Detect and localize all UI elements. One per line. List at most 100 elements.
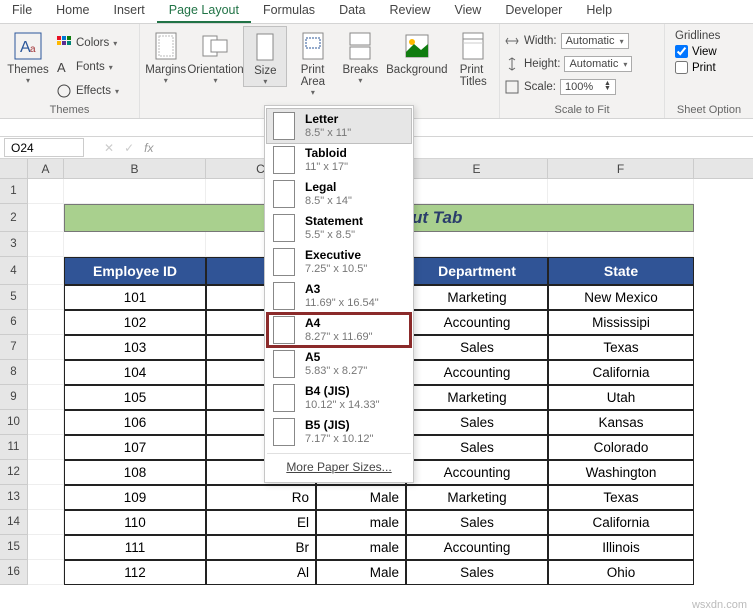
th-department[interactable]: Department bbox=[406, 257, 548, 285]
table-cell[interactable]: Sales bbox=[406, 510, 548, 535]
table-cell[interactable]: Texas bbox=[548, 335, 694, 360]
print-titles-button[interactable]: PrintTitles bbox=[452, 26, 495, 88]
row-header[interactable]: 15 bbox=[0, 535, 28, 560]
themes-button[interactable]: Aa Themes ▾ bbox=[4, 26, 52, 85]
table-cell[interactable]: Male bbox=[316, 485, 406, 510]
row-header[interactable]: 5 bbox=[0, 285, 28, 310]
table-cell[interactable]: El bbox=[206, 510, 316, 535]
table-cell[interactable]: Marketing bbox=[406, 385, 548, 410]
table-cell[interactable]: Accounting bbox=[406, 535, 548, 560]
paper-size-legal[interactable]: Legal8.5" x 14" bbox=[267, 177, 411, 211]
table-cell[interactable]: 107 bbox=[64, 435, 206, 460]
col-header-E[interactable]: E bbox=[406, 159, 548, 178]
table-cell[interactable]: 108 bbox=[64, 460, 206, 485]
row-header[interactable]: 1 bbox=[0, 179, 28, 204]
select-all-corner[interactable] bbox=[0, 159, 28, 178]
table-cell[interactable]: 102 bbox=[64, 310, 206, 335]
background-button[interactable]: Background bbox=[386, 26, 447, 76]
th-state[interactable]: State bbox=[548, 257, 694, 285]
table-cell[interactable]: Marketing bbox=[406, 285, 548, 310]
tab-formulas[interactable]: Formulas bbox=[251, 0, 327, 23]
table-cell[interactable]: Sales bbox=[406, 410, 548, 435]
row-header[interactable]: 13 bbox=[0, 485, 28, 510]
tab-help[interactable]: Help bbox=[574, 0, 624, 23]
breaks-button[interactable]: Breaks▾ bbox=[339, 26, 382, 85]
row-header[interactable]: 16 bbox=[0, 560, 28, 585]
tab-review[interactable]: Review bbox=[377, 0, 442, 23]
scale-pct-row[interactable]: Scale:100%▲▼ bbox=[504, 76, 660, 98]
table-cell[interactable]: Al bbox=[206, 560, 316, 585]
name-box[interactable]: O24 bbox=[4, 138, 84, 157]
row-header[interactable]: 6 bbox=[0, 310, 28, 335]
scale-height-row[interactable]: Height:Automatic▾ bbox=[504, 53, 660, 75]
paper-size-tabloid[interactable]: Tabloid11" x 17" bbox=[267, 143, 411, 177]
table-cell[interactable]: Illinois bbox=[548, 535, 694, 560]
table-cell[interactable]: Br bbox=[206, 535, 316, 560]
row-header[interactable]: 8 bbox=[0, 360, 28, 385]
paper-size-executive[interactable]: Executive7.25" x 10.5" bbox=[267, 245, 411, 279]
row-header[interactable]: 9 bbox=[0, 385, 28, 410]
row-header[interactable]: 4 bbox=[0, 257, 28, 285]
table-cell[interactable]: 105 bbox=[64, 385, 206, 410]
fx-icon[interactable]: fx bbox=[144, 141, 153, 155]
table-cell[interactable]: 110 bbox=[64, 510, 206, 535]
table-cell[interactable]: 106 bbox=[64, 410, 206, 435]
effects-button[interactable]: Effects ▾ bbox=[56, 80, 119, 102]
paper-size-a5[interactable]: A55.83" x 8.27" bbox=[267, 347, 411, 381]
table-cell[interactable]: Accounting bbox=[406, 460, 548, 485]
print-checkbox[interactable]: Print bbox=[675, 61, 716, 74]
col-header-A[interactable]: A bbox=[28, 159, 64, 178]
table-cell[interactable]: New Mexico bbox=[548, 285, 694, 310]
table-cell[interactable]: 101 bbox=[64, 285, 206, 310]
th-employee-id[interactable]: Employee ID bbox=[64, 257, 206, 285]
table-cell[interactable]: Sales bbox=[406, 335, 548, 360]
table-cell[interactable]: Accounting bbox=[406, 310, 548, 335]
table-cell[interactable]: Accounting bbox=[406, 360, 548, 385]
table-cell[interactable]: Washington bbox=[548, 460, 694, 485]
row-header[interactable]: 11 bbox=[0, 435, 28, 460]
table-cell[interactable]: male bbox=[316, 510, 406, 535]
table-cell[interactable]: Male bbox=[316, 560, 406, 585]
fx-cancel[interactable]: ✕ bbox=[104, 141, 114, 155]
scale-width-row[interactable]: Width:Automatic▾ bbox=[504, 30, 660, 52]
fx-confirm[interactable]: ✓ bbox=[124, 141, 134, 155]
table-cell[interactable]: Utah bbox=[548, 385, 694, 410]
table-cell[interactable]: 111 bbox=[64, 535, 206, 560]
table-cell[interactable]: Texas bbox=[548, 485, 694, 510]
colors-button[interactable]: Colors ▾ bbox=[56, 32, 119, 54]
tab-file[interactable]: File bbox=[0, 0, 44, 23]
table-cell[interactable]: Ro bbox=[206, 485, 316, 510]
table-cell[interactable]: Kansas bbox=[548, 410, 694, 435]
more-paper-sizes[interactable]: More Paper Sizes... bbox=[267, 453, 411, 476]
table-cell[interactable]: male bbox=[316, 535, 406, 560]
orientation-button[interactable]: Orientation▾ bbox=[191, 26, 239, 85]
row-header[interactable]: 3 bbox=[0, 232, 28, 257]
tab-view[interactable]: View bbox=[442, 0, 493, 23]
tab-page-layout[interactable]: Page Layout bbox=[157, 0, 251, 23]
table-cell[interactable]: California bbox=[548, 360, 694, 385]
table-cell[interactable]: Mississipi bbox=[548, 310, 694, 335]
row-header[interactable]: 2 bbox=[0, 204, 28, 232]
table-cell[interactable]: 104 bbox=[64, 360, 206, 385]
table-cell[interactable]: Colorado bbox=[548, 435, 694, 460]
paper-size-a4[interactable]: A48.27" x 11.69" bbox=[267, 313, 411, 347]
height-combo[interactable]: Automatic▾ bbox=[564, 56, 632, 72]
margins-button[interactable]: Margins▾ bbox=[144, 26, 187, 85]
scale-combo[interactable]: 100%▲▼ bbox=[560, 79, 616, 95]
tab-home[interactable]: Home bbox=[44, 0, 101, 23]
size-button[interactable]: Size▾ bbox=[243, 26, 287, 87]
table-cell[interactable]: 103 bbox=[64, 335, 206, 360]
table-cell[interactable]: Sales bbox=[406, 435, 548, 460]
paper-size-letter[interactable]: Letter8.5" x 11" bbox=[266, 108, 412, 144]
tab-data[interactable]: Data bbox=[327, 0, 377, 23]
table-cell[interactable]: 109 bbox=[64, 485, 206, 510]
print-area-button[interactable]: PrintArea▾ bbox=[291, 26, 334, 97]
fonts-button[interactable]: AFonts ▾ bbox=[56, 56, 119, 78]
row-header[interactable]: 10 bbox=[0, 410, 28, 435]
row-header[interactable]: 12 bbox=[0, 460, 28, 485]
paper-size-b5-jis-[interactable]: B5 (JIS)7.17" x 10.12" bbox=[267, 415, 411, 449]
paper-size-statement[interactable]: Statement5.5" x 8.5" bbox=[267, 211, 411, 245]
table-cell[interactable]: Sales bbox=[406, 560, 548, 585]
tab-developer[interactable]: Developer bbox=[493, 0, 574, 23]
tab-insert[interactable]: Insert bbox=[102, 0, 157, 23]
